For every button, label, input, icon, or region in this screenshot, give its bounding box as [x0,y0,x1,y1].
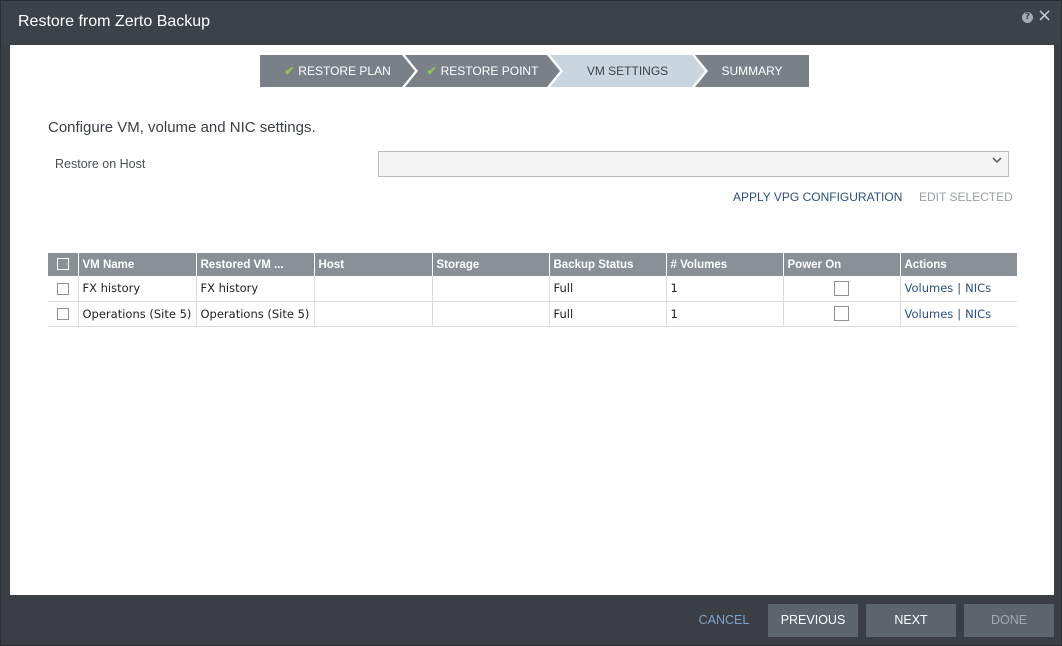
step-restore-plan[interactable]: ✔ RESTORE PLAN [260,55,415,87]
title-bar: Restore from Zerto Backup ? × [1,1,1061,45]
volumes-count-cell: 1 [665,301,783,327]
nics-link[interactable]: NICs [965,281,991,295]
power-on-checkbox[interactable] [834,306,849,321]
row-checkbox[interactable] [56,308,69,320]
actions-cell: Volumes | NICs [899,301,1017,327]
dialog-title: Restore from Zerto Backup [18,13,211,30]
page-heading: Configure VM, volume and NIC settings. [48,119,316,136]
col-volumes[interactable]: # Volumes [665,253,783,276]
step-label: VM SETTINGS [586,64,669,78]
restore-dialog: Restore from Zerto Backup ? × ✔ RESTORE P… [0,0,1062,646]
col-vm-name[interactable]: VM Name [77,253,196,276]
check-icon: ✔ [284,64,295,78]
dialog-content: ✔ RESTORE PLAN ✔ RESTORE POINT VM SETTINGS… [10,45,1054,595]
col-host[interactable]: Host [313,253,432,276]
col-actions: Actions [899,253,1017,276]
close-icon[interactable]: × [1037,7,1052,25]
step-restore-point[interactable]: ✔ RESTORE POINT [405,55,560,87]
restored-vm-cell[interactable]: FX history [195,276,314,302]
edit-selected-link[interactable]: EDIT SELECTED [919,190,1013,204]
col-power-on[interactable]: Power On [782,253,900,276]
actions-cell: Volumes | NICs [899,276,1017,302]
previous-button[interactable]: PREVIOUS [768,604,858,637]
vm-name-cell: Operations (Site 5) [77,301,196,327]
select-all-checkbox[interactable] [56,258,69,271]
step-label: RESTORE PLAN [298,64,391,78]
storage-cell[interactable] [431,301,549,327]
apply-vpg-configuration-link[interactable]: APPLY VPG CONFIGURATION [733,190,902,204]
step-summary[interactable]: SUMMARY [695,55,809,87]
table-header-row: VM Name Restored VM ... Host Storage Bac… [48,253,1017,276]
storage-cell[interactable] [431,276,549,302]
power-on-cell [782,276,900,302]
volumes-link[interactable]: Volumes [905,281,954,295]
restore-host-label: Restore on Host [55,157,146,171]
restore-host-select[interactable] [378,151,1009,177]
cancel-button[interactable]: CANCEL [691,604,757,637]
table-row: Operations (Site 5) Operations (Site 5) … [48,301,1017,327]
help-icon[interactable]: ? [1022,12,1033,23]
backup-status-cell: Full [548,276,666,302]
backup-status-cell: Full [548,301,666,327]
restored-vm-cell[interactable]: Operations (Site 5) [195,301,314,327]
row-select-cell [48,301,78,327]
done-button[interactable]: DONE [964,604,1054,637]
col-storage[interactable]: Storage [431,253,549,276]
host-cell[interactable] [313,301,432,327]
vm-name-cell: FX history [77,276,196,302]
power-on-cell [782,301,900,327]
nics-link[interactable]: NICs [965,307,991,321]
next-button[interactable]: NEXT [866,604,956,637]
host-cell[interactable] [313,276,432,302]
power-on-checkbox[interactable] [834,280,849,296]
wizard-steps: ✔ RESTORE PLAN ✔ RESTORE POINT VM SETTINGS… [260,55,810,87]
volumes-link[interactable]: Volumes [905,307,954,321]
step-vm-settings[interactable]: VM SETTINGS [550,55,705,87]
step-label: RESTORE POINT [440,64,539,78]
volumes-count-cell: 1 [665,276,783,302]
row-checkbox[interactable] [56,282,69,295]
vm-settings-table: VM Name Restored VM ... Host Storage Bac… [48,253,1017,327]
col-backup-status[interactable]: Backup Status [548,253,666,276]
chevron-down-icon [992,157,1002,164]
select-all-cell [48,253,78,276]
check-icon: ✔ [426,64,437,78]
actions-separator: | [957,281,962,296]
actions-separator: | [957,306,962,321]
step-label: SUMMARY [721,64,783,78]
col-restored-vm[interactable]: Restored VM ... [195,253,314,276]
table-row: FX history FX history Full 1 Volumes | NIC… [48,276,1017,302]
row-select-cell [48,276,78,302]
